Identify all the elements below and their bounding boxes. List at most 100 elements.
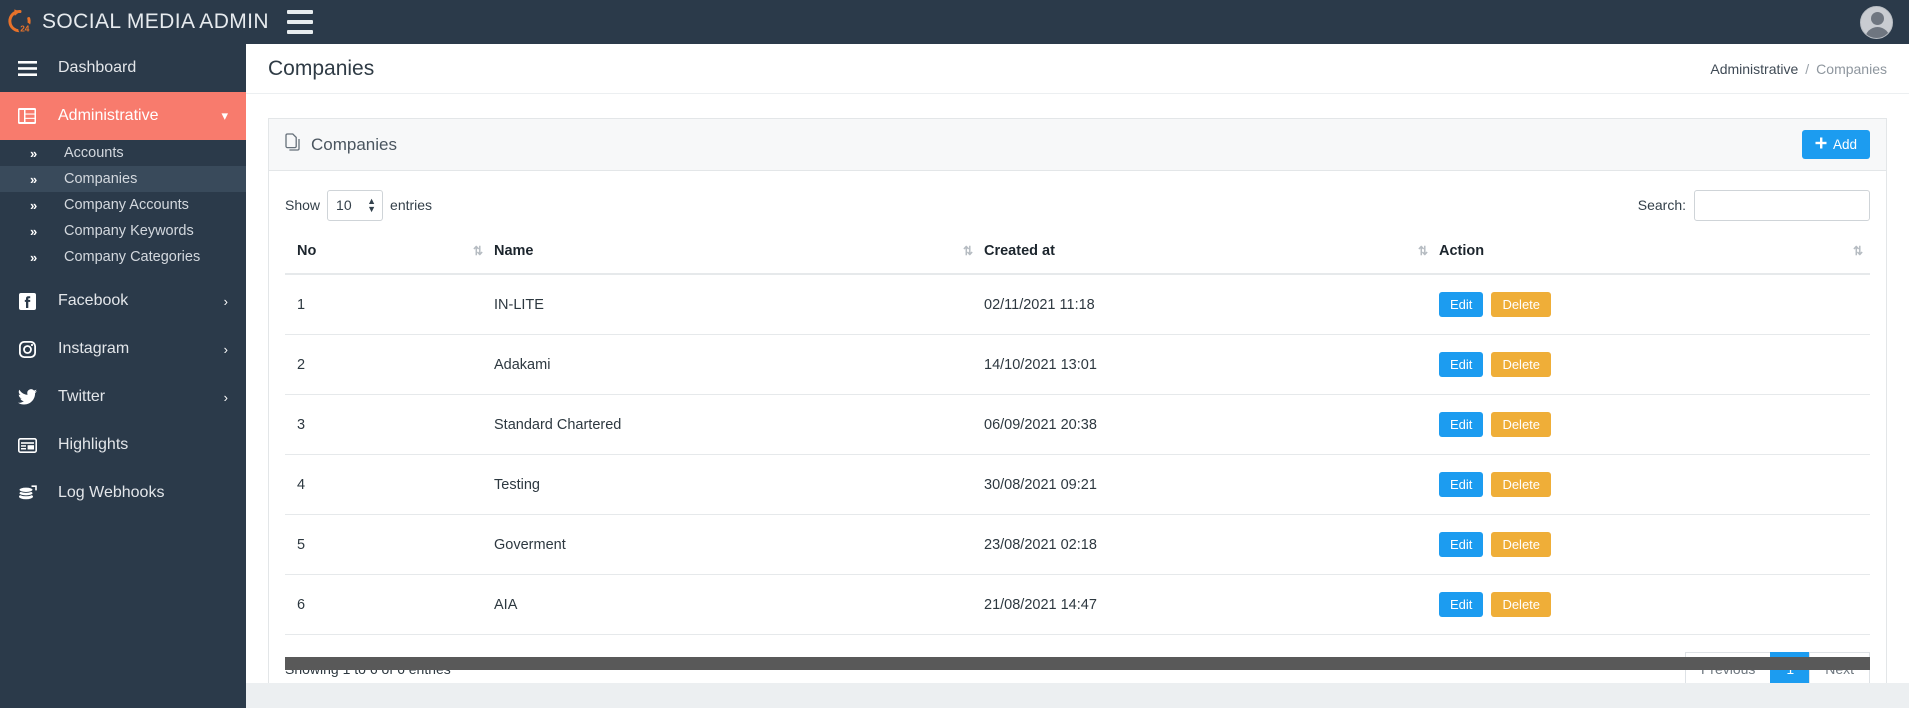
edit-button[interactable]: Edit <box>1439 292 1484 317</box>
column-label: Name <box>494 243 534 259</box>
twitter-icon <box>14 389 40 405</box>
delete-button[interactable]: Delete <box>1491 532 1552 557</box>
hamburger-icon <box>14 60 40 76</box>
delete-button[interactable]: Delete <box>1491 472 1552 497</box>
column-label: Action <box>1439 243 1485 259</box>
edit-button[interactable]: Edit <box>1439 352 1484 377</box>
card-title: Companies <box>285 133 397 156</box>
delete-button[interactable]: Delete <box>1491 412 1552 437</box>
cell-action: Edit Delete <box>1435 574 1870 635</box>
table-header-row: No ⇅ Name ⇅ Created at ⇅ Action ⇅ <box>285 233 1870 275</box>
sidebar-item-administrative[interactable]: Administrative ▾ <box>0 92 246 140</box>
sidebar-item-company-categories[interactable]: » Company Categories <box>0 244 246 270</box>
cell-no: 2 <box>285 334 490 395</box>
sidebar-item-company-keywords[interactable]: » Company Keywords <box>0 218 246 244</box>
cell-created-at: 02/11/2021 11:18 <box>980 274 1435 335</box>
delete-button[interactable]: Delete <box>1491 292 1552 317</box>
cell-created-at: 30/08/2021 09:21 <box>980 454 1435 515</box>
sidebar-item-companies[interactable]: » Companies <box>0 166 246 192</box>
breadcrumb-separator: / <box>1805 60 1810 77</box>
entries-select[interactable]: 10 ▲ ▼ <box>327 189 384 221</box>
double-chevron-right-icon: » <box>30 197 37 213</box>
sidebar-item-label: Highlights <box>58 436 129 453</box>
column-label: Created at <box>984 243 1055 259</box>
list-table-icon <box>14 437 40 453</box>
double-chevron-right-icon: » <box>30 171 37 187</box>
add-button[interactable]: Add <box>1801 130 1870 159</box>
edit-button[interactable]: Edit <box>1439 412 1484 437</box>
card-title-text: Companies <box>311 134 397 154</box>
sidebar-item-accounts[interactable]: » Accounts <box>0 140 246 166</box>
sidebar-item-log-webhooks[interactable]: Log Webhooks <box>0 469 246 517</box>
user-avatar-icon[interactable] <box>1860 5 1893 39</box>
edit-button[interactable]: Edit <box>1439 472 1484 497</box>
cell-no: 6 <box>285 574 490 635</box>
table-row: 1 IN-LITE 02/11/2021 11:18 Edit Delete <box>285 274 1870 335</box>
sidebar-item-highlights[interactable]: Highlights <box>0 421 246 469</box>
sort-icon: ⇅ <box>472 244 483 258</box>
sidebar-item-facebook[interactable]: Facebook › <box>0 277 246 325</box>
chevron-right-icon: › <box>223 293 228 309</box>
sort-icon: ⇅ <box>962 244 973 258</box>
instagram-icon <box>14 340 40 358</box>
cell-no: 5 <box>285 514 490 575</box>
double-chevron-right-icon: » <box>30 223 37 239</box>
column-header-no[interactable]: No ⇅ <box>285 233 490 275</box>
plus-icon <box>1815 137 1827 152</box>
cell-created-at: 21/08/2021 14:47 <box>980 574 1435 635</box>
search-label: Search: <box>1637 197 1686 213</box>
sidebar-item-company-accounts[interactable]: » Company Accounts <box>0 192 246 218</box>
cell-created-at: 06/09/2021 20:38 <box>980 394 1435 455</box>
horizontal-scrollbar[interactable] <box>285 657 1870 670</box>
column-header-created-at[interactable]: Created at ⇅ <box>980 233 1435 275</box>
table-row: 3 Standard Chartered 06/09/2021 20:38 Ed… <box>285 394 1870 455</box>
edit-button[interactable]: Edit <box>1439 532 1484 557</box>
card-body: Show 10 ▲ ▼ entries Search: No ⇅ Name ⇅ … <box>269 171 1886 706</box>
content-area: Companies Add Show 10 ▲ ▼ entries Search… <box>246 94 1909 708</box>
cell-name: Testing <box>490 454 980 515</box>
table-row: 4 Testing 30/08/2021 09:21 Edit Delete <box>285 454 1870 515</box>
breadcrumb-parent[interactable]: Administrative <box>1710 61 1798 77</box>
cell-action: Edit Delete <box>1435 274 1870 335</box>
sidebar-item-instagram[interactable]: Instagram › <box>0 325 246 373</box>
column-header-action[interactable]: Action ⇅ <box>1435 233 1870 275</box>
sidebar-item-label: Facebook <box>58 292 129 309</box>
breadcrumb-current: Companies <box>1816 60 1887 77</box>
sidebar-item-label: Log Webhooks <box>58 484 165 501</box>
cell-name: AIA <box>490 574 980 635</box>
add-button-label: Add <box>1832 137 1857 152</box>
grid-table-icon <box>14 108 40 124</box>
chevron-right-icon: › <box>223 341 228 357</box>
sidebar-item-label: Administrative <box>58 107 159 124</box>
companies-table: No ⇅ Name ⇅ Created at ⇅ Action ⇅ 1 IN-L… <box>285 233 1870 635</box>
sidebar-item-dashboard[interactable]: Dashboard <box>0 44 246 92</box>
hamburger-menu-icon[interactable] <box>286 10 313 34</box>
delete-button[interactable]: Delete <box>1491 592 1552 617</box>
sidebar-subitem-label: Accounts <box>64 145 124 161</box>
card-header: Companies Add <box>269 119 1886 171</box>
search-input[interactable] <box>1694 189 1870 221</box>
column-label: No <box>297 243 317 259</box>
breadcrumb: Administrative / Companies <box>1710 61 1887 77</box>
sidebar-item-label: Instagram <box>58 340 130 357</box>
top-navbar: 24 SOCIAL MEDIA ADMIN <box>0 0 1909 44</box>
refresh-24-icon: 24 <box>8 9 32 36</box>
brand[interactable]: 24 SOCIAL MEDIA ADMIN <box>0 0 269 44</box>
column-header-name[interactable]: Name ⇅ <box>490 233 980 275</box>
cell-action: Edit Delete <box>1435 514 1870 575</box>
brand-title: SOCIAL MEDIA ADMIN <box>42 10 269 33</box>
cell-name: Adakami <box>490 334 980 395</box>
facebook-icon <box>14 292 40 310</box>
sidebar-item-label: Twitter <box>58 388 106 405</box>
page-title: Companies <box>268 56 375 80</box>
cell-created-at: 23/08/2021 02:18 <box>980 514 1435 575</box>
delete-button[interactable]: Delete <box>1491 352 1552 377</box>
chevron-down-icon: ▾ <box>221 108 228 123</box>
database-stack-icon <box>14 484 40 502</box>
cell-no: 1 <box>285 274 490 335</box>
cell-name: Goverment <box>490 514 980 575</box>
topbar-right <box>1860 5 1893 39</box>
sidebar-item-twitter[interactable]: Twitter › <box>0 373 246 421</box>
edit-button[interactable]: Edit <box>1439 592 1484 617</box>
table-body: 1 IN-LITE 02/11/2021 11:18 Edit Delete 2… <box>285 274 1870 635</box>
